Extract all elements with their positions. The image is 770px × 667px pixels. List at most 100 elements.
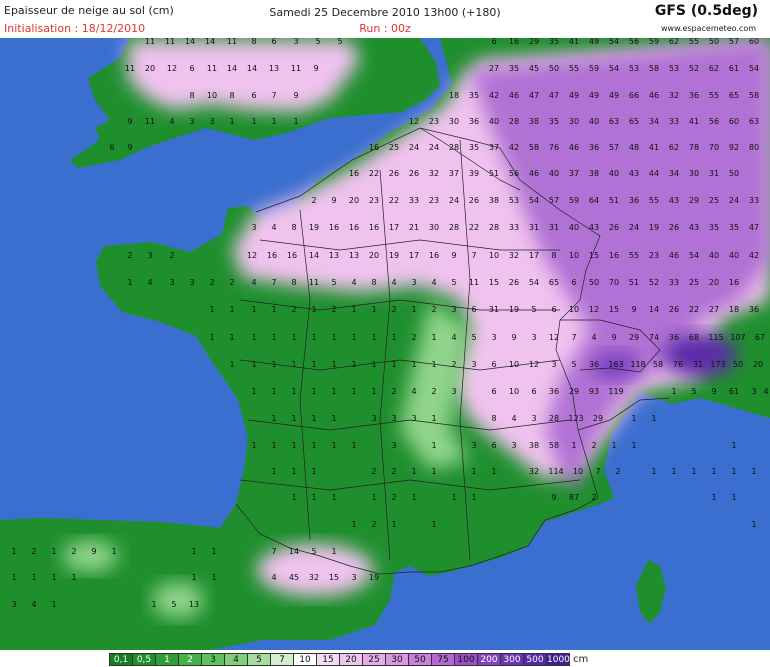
snow-depth-value: 78 — [689, 143, 699, 152]
snow-depth-value: 34 — [649, 117, 659, 126]
snow-depth-value: 16 — [349, 223, 359, 232]
snow-depth-value: 65 — [729, 91, 739, 100]
snow-depth-value: 4 — [451, 333, 456, 342]
snow-depth-value: 32 — [529, 467, 539, 476]
snow-depth-value: 16 — [369, 143, 379, 152]
snow-depth-value: 23 — [429, 117, 439, 126]
snow-depth-value: 1 — [391, 520, 396, 529]
snow-depth-value: 25 — [689, 278, 699, 287]
snow-depth-value: 19 — [389, 251, 399, 260]
snow-depth-value: 1 — [691, 467, 696, 476]
snow-depth-value: 62 — [669, 143, 679, 152]
snow-depth-value: 5 — [451, 278, 456, 287]
snow-depth-value: 33 — [509, 223, 519, 232]
snow-depth-value: 4 — [763, 387, 768, 396]
legend-swatch: 0,5 — [132, 652, 156, 666]
snow-depth-value: 34 — [669, 169, 679, 178]
snow-depth-value: 56 — [509, 169, 519, 178]
legend-swatch: 2 — [178, 652, 202, 666]
snow-depth-value: 41 — [649, 143, 659, 152]
snow-depth-value: 173 — [710, 360, 725, 369]
snow-depth-value: 1 — [491, 467, 496, 476]
snow-depth-value: 9 — [551, 493, 556, 502]
snow-depth-value: 1 — [251, 387, 256, 396]
snow-depth-value: 15 — [329, 573, 339, 582]
snow-depth-value: 28 — [449, 143, 459, 152]
snow-depth-value: 9 — [127, 117, 132, 126]
snow-depth-value: 32 — [669, 91, 679, 100]
snow-depth-value: 70 — [709, 143, 719, 152]
snow-depth-value: 1 — [271, 333, 276, 342]
legend-swatch: 200 — [477, 652, 501, 666]
snow-depth-value: 50 — [729, 169, 739, 178]
legend-swatch: 1000 — [546, 652, 570, 666]
snow-depth-value: 2 — [169, 251, 174, 260]
snow-depth-value: 42 — [749, 251, 759, 260]
snow-depth-value: 8 — [291, 223, 296, 232]
snow-depth-value: 5 — [331, 278, 336, 287]
snow-depth-value: 19 — [369, 573, 379, 582]
snow-depth-value: 11 — [309, 278, 319, 287]
snow-depth-value: 35 — [469, 91, 479, 100]
snow-depth-value: 28 — [549, 414, 559, 423]
snow-depth-value: 3 — [293, 38, 298, 46]
snow-depth-value: 51 — [629, 278, 639, 287]
legend-swatch: 4 — [224, 652, 248, 666]
snow-depth-value: 8 — [551, 251, 556, 260]
snow-depth-value: 46 — [509, 91, 519, 100]
snow-depth-value: 16 — [349, 169, 359, 178]
snow-depth-value: 20 — [753, 360, 763, 369]
snow-depth-value: 35 — [729, 223, 739, 232]
snow-depth-value: 3 — [391, 441, 396, 450]
snow-depth-value: 47 — [549, 91, 559, 100]
snow-depth-value: 46 — [649, 91, 659, 100]
snow-depth-value: 12 — [409, 117, 419, 126]
snow-depth-value: 1 — [471, 467, 476, 476]
snow-depth-value: 53 — [669, 64, 679, 73]
snow-depth-value: 25 — [709, 196, 719, 205]
snow-depth-value: 1 — [211, 547, 216, 556]
snow-depth-value: 24 — [429, 143, 439, 152]
snow-depth-value: 1 — [311, 414, 316, 423]
snow-depth-value: 48 — [629, 143, 639, 152]
snow-depth-value: 76 — [549, 143, 559, 152]
snow-depth-value: 4 — [411, 387, 416, 396]
snow-depth-value: 8 — [371, 278, 376, 287]
snow-depth-value: 52 — [689, 64, 699, 73]
snow-depth-value: 30 — [429, 223, 439, 232]
snow-depth-value: 4 — [271, 573, 276, 582]
snow-depth-value: 31 — [709, 169, 719, 178]
snow-depth-value: 61 — [729, 387, 739, 396]
snow-depth-value: 36 — [669, 333, 679, 342]
snow-depth-value: 61 — [729, 64, 739, 73]
snow-depth-value: 24 — [409, 143, 419, 152]
snow-depth-value: 1 — [151, 600, 156, 609]
snow-depth-value: 4 — [351, 278, 356, 287]
snow-depth-value: 3 — [391, 414, 396, 423]
snow-depth-value: 14 — [289, 547, 299, 556]
snow-depth-value: 1 — [351, 333, 356, 342]
snow-depth-value: 57 — [729, 38, 739, 46]
snow-depth-value: 29 — [593, 414, 603, 423]
snow-depth-value: 36 — [589, 143, 599, 152]
snow-depth-value: 55 — [709, 91, 719, 100]
snow-depth-value: 1 — [571, 441, 576, 450]
snow-depth-value: 31 — [693, 360, 703, 369]
legend-swatch: 30 — [385, 652, 409, 666]
snow-depth-value: 1 — [711, 467, 716, 476]
great-britain-snow — [128, 40, 360, 112]
snow-depth-value: 4 — [251, 278, 256, 287]
spain-light-patch — [62, 540, 118, 572]
snow-depth-value: 1 — [291, 441, 296, 450]
snow-depth-value: 11 — [469, 278, 479, 287]
snow-depth-value: 11 — [145, 117, 155, 126]
snow-depth-value: 40 — [569, 223, 579, 232]
snow-depth-value: 10 — [489, 251, 499, 260]
snow-depth-value: 1 — [731, 441, 736, 450]
snow-depth-value: 1 — [229, 305, 234, 314]
snow-depth-value: 9 — [313, 64, 318, 73]
snow-depth-value: 11 — [145, 38, 155, 46]
snow-depth-value: 27 — [489, 64, 499, 73]
snow-depth-value: 1 — [611, 441, 616, 450]
legend-swatch: 100 — [454, 652, 478, 666]
